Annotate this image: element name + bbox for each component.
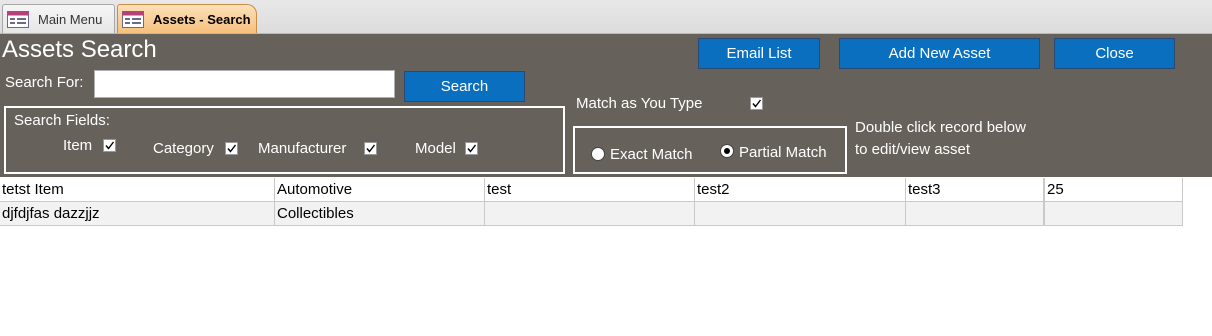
- tab-label: Main Menu: [38, 11, 103, 27]
- field-model-label: Model: [415, 140, 456, 157]
- data-cell[interactable]: 25: [1044, 178, 1183, 202]
- data-cell[interactable]: test3: [906, 178, 1044, 202]
- field-item-checkbox[interactable]: [103, 139, 116, 152]
- hint-text-line-2: to edit/view asset: [855, 141, 971, 158]
- table-row[interactable]: tetst Item Automotive test test2 test3 2…: [0, 178, 1183, 202]
- exact-match-label: Exact Match: [610, 146, 693, 163]
- field-manufacturer-label: Manufacturer: [258, 140, 347, 157]
- tab-assets-search[interactable]: Assets - Search: [117, 4, 257, 33]
- search-button[interactable]: Search: [404, 71, 525, 102]
- close-button[interactable]: Close: [1054, 38, 1175, 69]
- search-for-label: Search For:: [5, 74, 84, 91]
- match-as-you-type-checkbox[interactable]: [750, 97, 763, 110]
- manufacturer-cell[interactable]: [485, 202, 695, 226]
- email-list-button[interactable]: Email List: [698, 38, 820, 69]
- item-cell[interactable]: tetst Item: [0, 178, 275, 202]
- checkmark-icon: [105, 141, 115, 150]
- model-cell[interactable]: test2: [695, 178, 906, 202]
- data-cell[interactable]: [1044, 202, 1183, 226]
- exact-match-radio[interactable]: [591, 147, 605, 161]
- field-item-label: Item: [63, 137, 93, 154]
- field-model-checkbox[interactable]: [465, 142, 478, 155]
- form-title: Assets Search: [2, 36, 157, 63]
- document-tab-strip: Main Menu Assets - Search: [0, 0, 1212, 34]
- checkmark-icon: [366, 144, 376, 153]
- form-icon: [7, 10, 29, 28]
- category-cell[interactable]: Automotive: [275, 178, 485, 202]
- checkmark-icon: [227, 144, 237, 153]
- hint-text-line-1: Double click record below: [855, 119, 1026, 136]
- match-as-you-type-label: Match as You Type: [576, 95, 703, 112]
- field-manufacturer-checkbox[interactable]: [364, 142, 377, 155]
- partial-match-radio[interactable]: [720, 144, 734, 158]
- checkmark-icon: [467, 144, 477, 153]
- form-icon: [122, 10, 144, 28]
- tab-main-menu[interactable]: Main Menu: [2, 4, 115, 33]
- add-new-asset-button[interactable]: Add New Asset: [839, 38, 1040, 69]
- checkmark-icon: [752, 99, 762, 108]
- data-cell[interactable]: [906, 202, 1044, 226]
- tab-label: Assets - Search: [153, 11, 251, 27]
- model-cell[interactable]: [695, 202, 906, 226]
- search-input[interactable]: [94, 70, 395, 98]
- partial-match-label: Partial Match: [739, 144, 827, 161]
- field-category-checkbox[interactable]: [225, 142, 238, 155]
- manufacturer-cell[interactable]: test: [485, 178, 695, 202]
- field-category-label: Category: [153, 140, 214, 157]
- assets-search-form: Assets Search Email List Add New Asset C…: [0, 34, 1212, 177]
- search-fields-label: Search Fields:: [14, 112, 110, 129]
- item-cell[interactable]: djfdjfas dazzjjz: [0, 202, 275, 226]
- category-cell[interactable]: Collectibles: [275, 202, 485, 226]
- table-row[interactable]: djfdjfas dazzjjz Collectibles: [0, 202, 1183, 226]
